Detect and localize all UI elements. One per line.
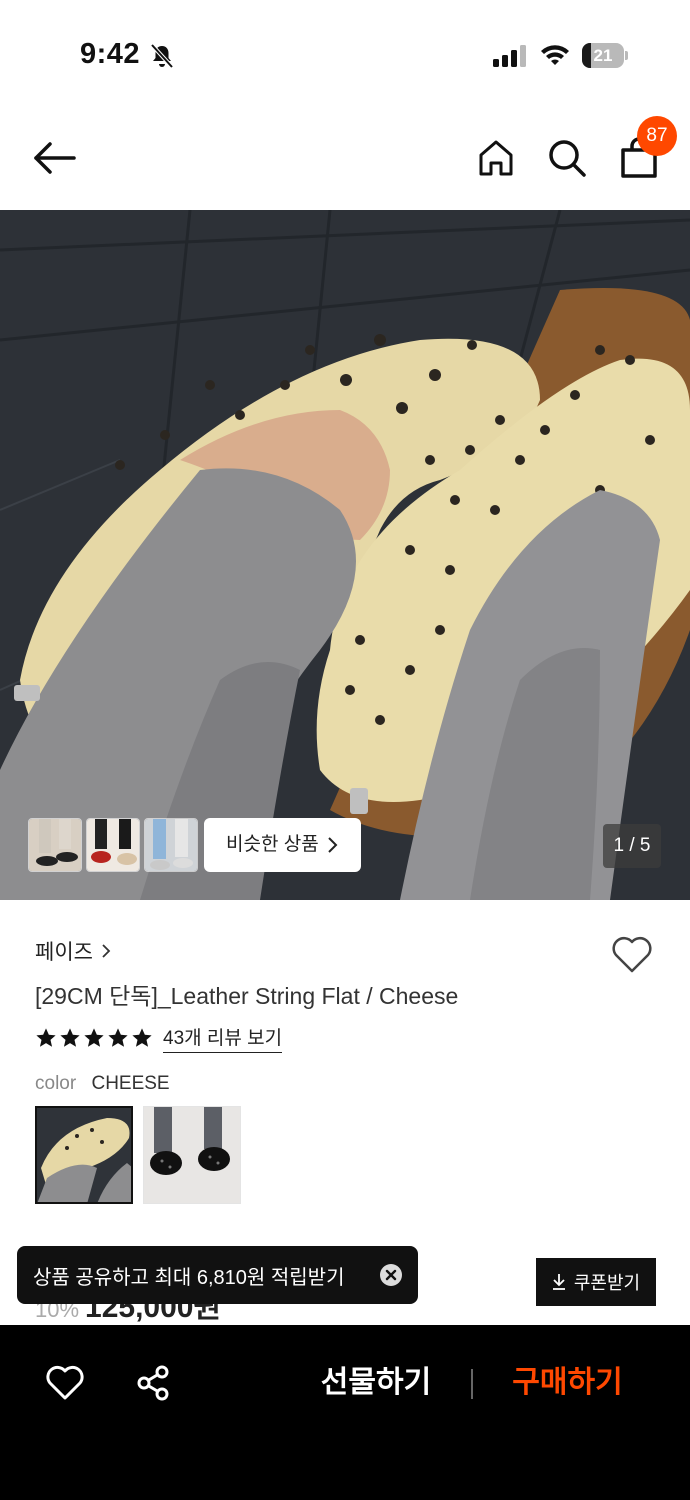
buy-button[interactable]: 구매하기 [510,1363,625,1403]
signal-icon [493,45,526,67]
star-icon [36,1028,56,1047]
product-photo [0,210,690,900]
wifi-icon [541,45,569,65]
heart-icon[interactable] [46,1365,84,1401]
coupon-label: 쿠폰받기 [573,1273,641,1293]
color-row: color CHEESE [35,1073,170,1095]
share-icon[interactable] [136,1365,170,1401]
product-image-gallery[interactable]: 비슷한 상품 1 / 5 [0,210,690,900]
search-icon[interactable] [547,138,587,178]
gift-button[interactable]: 선물하기 [320,1363,432,1403]
cart-count-badge: 87 [637,116,677,156]
color-option-cheese[interactable] [35,1106,133,1204]
close-icon[interactable] [380,1264,402,1286]
chevron-right-icon [327,837,338,853]
toast-message: 상품 공유하고 최대 6,810원 적립받기 [33,1266,345,1289]
color-label: color [35,1073,77,1094]
home-icon[interactable] [476,138,516,178]
divider [471,1369,473,1399]
status-bar: 9:42 21 [0,0,690,110]
similar-products-button[interactable]: 비슷한 상품 [204,818,361,872]
chevron-right-icon [102,944,111,958]
star-icon [84,1028,104,1047]
back-arrow-icon[interactable] [30,138,78,178]
star-icon [132,1028,152,1047]
image-page-counter: 1 / 5 [603,824,661,868]
similar-thumbnail[interactable] [144,818,198,872]
star-icon [108,1028,128,1047]
color-value: CHEESE [91,1073,170,1094]
color-options [35,1106,241,1204]
bell-muted-icon [150,43,174,69]
rating-row: 43개 리뷰 보기 [35,1023,283,1053]
bottom-action-bar: 선물하기 구매하기 [0,1325,690,1500]
heart-icon[interactable] [611,934,653,974]
rating-stars [35,1027,153,1049]
battery-level: 21 [593,46,613,65]
brand-link[interactable]: 페이즈 [35,936,111,966]
similar-thumbnail[interactable] [28,818,82,872]
similar-thumbnail[interactable] [86,818,140,872]
similar-products-label: 비슷한 상품 [226,834,319,855]
product-title: [29CM 단독]_Leather String Flat / Cheese [35,983,459,1009]
brand-name: 페이즈 [35,941,93,964]
share-reward-toast[interactable]: 상품 공유하고 최대 6,810원 적립받기 [17,1246,418,1304]
app-header [0,110,690,210]
similar-thumbnails[interactable] [28,818,198,872]
battery-icon: 21 [582,43,628,68]
status-time: 9:42 [80,38,141,70]
coupon-download-button[interactable]: 쿠폰받기 [536,1258,656,1306]
color-option-black[interactable] [143,1106,241,1204]
review-link[interactable]: 43개 리뷰 보기 [163,1023,283,1053]
star-icon [60,1028,80,1047]
download-icon [552,1274,565,1290]
